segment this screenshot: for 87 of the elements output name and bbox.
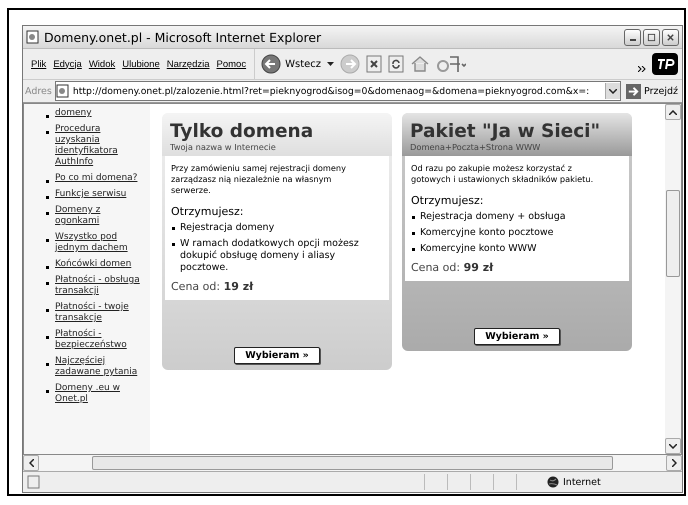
sidebar-link[interactable]: Płatności - twoje transakcje <box>55 302 146 324</box>
chevron-down-icon <box>609 88 618 94</box>
bullet-icon <box>412 232 415 235</box>
horizontal-scrollbar[interactable] <box>23 455 682 472</box>
menu-item[interactable]: Plik <box>31 58 46 70</box>
back-button[interactable]: Wstecz <box>261 54 322 74</box>
dropdown-button[interactable] <box>605 83 620 99</box>
sidebar-link[interactable]: Procedura uzyskania identyfikatora AuthInfo <box>55 124 146 168</box>
bullet-icon <box>172 227 175 230</box>
zone-label: Internet <box>563 476 602 488</box>
bullet-icon <box>46 115 49 118</box>
globe-icon <box>547 476 559 488</box>
refresh-icon[interactable] <box>388 55 404 73</box>
card-description: Przy zamówieniu samej rejestracji domeny zarządzasz nią niezależnie na własnym serwerze. <box>171 163 347 196</box>
bullet-icon <box>46 131 49 134</box>
address-label: Adres <box>25 86 52 96</box>
maximize-icon <box>647 32 656 42</box>
bullet-icon <box>172 243 175 246</box>
price-value: 99 zł <box>464 261 494 274</box>
scroll-left-icon[interactable] <box>28 459 34 467</box>
card-description: Od razu po zakupie możesz korzystać z gotowych i ustawionych składników pakietu. <box>411 163 594 185</box>
feature-text: Komercyjne konto pocztowe <box>420 227 554 239</box>
logo-icon <box>652 53 678 75</box>
home-icon[interactable] <box>410 55 430 73</box>
bullet-icon <box>412 248 415 251</box>
sidebar-link[interactable]: Płatności - obsługa transakcji <box>55 275 146 297</box>
scroll-thumb[interactable] <box>92 456 613 470</box>
bullet-icon <box>46 309 49 312</box>
bullet-icon <box>46 336 49 339</box>
choose-button[interactable]: Wybieram » <box>234 347 320 364</box>
bullet-icon <box>46 212 49 215</box>
price-value: 19 zł <box>224 280 254 293</box>
section-heading: Otrzymujesz: <box>411 194 484 207</box>
page-icon <box>56 84 70 98</box>
card-title: Pakiet "Ja w Sieci" <box>410 121 602 142</box>
bullet-icon <box>46 390 49 393</box>
url-text: http://domeny.onet.pl/zalozenie.html?ret=pieknyogrod&isog=0&domenaog=&domena=pieknyogrod.com&x=: <box>72 86 590 96</box>
bullet-icon <box>46 282 49 285</box>
price-label: Cena od: <box>411 261 460 274</box>
close-button[interactable] <box>662 28 679 46</box>
section-heading: Otrzymujesz: <box>171 205 244 218</box>
scroll-thumb[interactable] <box>666 190 680 277</box>
bullet-icon <box>46 239 49 242</box>
maximize-button[interactable] <box>643 28 660 46</box>
menu-item[interactable]: Edycja <box>53 58 82 70</box>
sidebar-link[interactable]: domeny <box>55 108 92 119</box>
menu-item[interactable]: Narzędzia <box>166 58 210 70</box>
vertical-scrollbar[interactable] <box>665 104 681 454</box>
caret-icon[interactable] <box>327 62 334 66</box>
card-subtitle: Domena+Poczta+Strona WWW <box>410 142 542 152</box>
address-field[interactable]: http://domeny.onet.pl/zalozenie.html?ret=pieknyogrod&isog=0&domenaog=&domena=pieknyogrod.com&x=: <box>54 81 622 101</box>
scroll-down-icon[interactable] <box>669 444 677 448</box>
feature-text: Rejestracja domeny <box>180 222 274 234</box>
scroll-up-icon[interactable] <box>669 110 677 114</box>
minimize-icon <box>630 38 636 40</box>
choose-button[interactable]: Wybieram » <box>474 328 560 345</box>
minimize-button[interactable] <box>624 28 641 46</box>
window-title: Domeny.onet.pl - Microsoft Internet Explorer <box>44 30 322 44</box>
feature-text: Rejestracja domeny + obsługa <box>420 211 566 223</box>
feature-text: Komercyjne konto WWW <box>420 243 536 255</box>
menu-item[interactable]: Widok <box>88 58 116 70</box>
bullet-icon <box>46 180 49 183</box>
bullet-icon <box>412 216 415 219</box>
sidebar-link[interactable]: Płatności - bezpieczeństwo <box>55 329 146 351</box>
sidebar-link[interactable]: Najczęściej zadawane pytania <box>55 356 146 378</box>
sidebar-link[interactable]: Wszystko pod jednym dachem <box>55 232 146 254</box>
stop-icon[interactable] <box>366 55 382 73</box>
bullet-icon <box>46 196 49 199</box>
arrow-right-icon <box>626 84 642 98</box>
card-subtitle: Twoja nazwa w Internecie <box>170 142 277 152</box>
menu-item[interactable]: Ulubione <box>122 58 160 70</box>
page-icon <box>26 30 40 44</box>
card-title: Tylko domena <box>170 121 314 142</box>
bullet-icon <box>46 363 49 366</box>
sidebar-link[interactable]: Funkcje serwisu <box>55 189 126 200</box>
menu-item[interactable]: Pomoc <box>216 58 246 70</box>
sidebar-link[interactable]: Po co mi domena? <box>55 173 138 184</box>
price-label: Cena od: <box>171 280 220 293</box>
close-icon <box>666 32 675 42</box>
sidebar-link[interactable]: Domeny z ogonkami <box>55 205 146 227</box>
scroll-right-icon[interactable] <box>672 459 676 467</box>
sidebar-link[interactable]: Końcówki domen <box>55 259 132 270</box>
bullet-icon <box>46 266 49 269</box>
sidebar-link[interactable]: Domeny .eu w Onet.pl <box>55 383 146 405</box>
page-icon <box>27 475 41 489</box>
feature-text: W ramach dodatkowych opcji możesz dokupić obsługę domeny i aliasy pocztowe. <box>180 238 360 274</box>
go-button[interactable]: Przejdź <box>624 84 680 98</box>
